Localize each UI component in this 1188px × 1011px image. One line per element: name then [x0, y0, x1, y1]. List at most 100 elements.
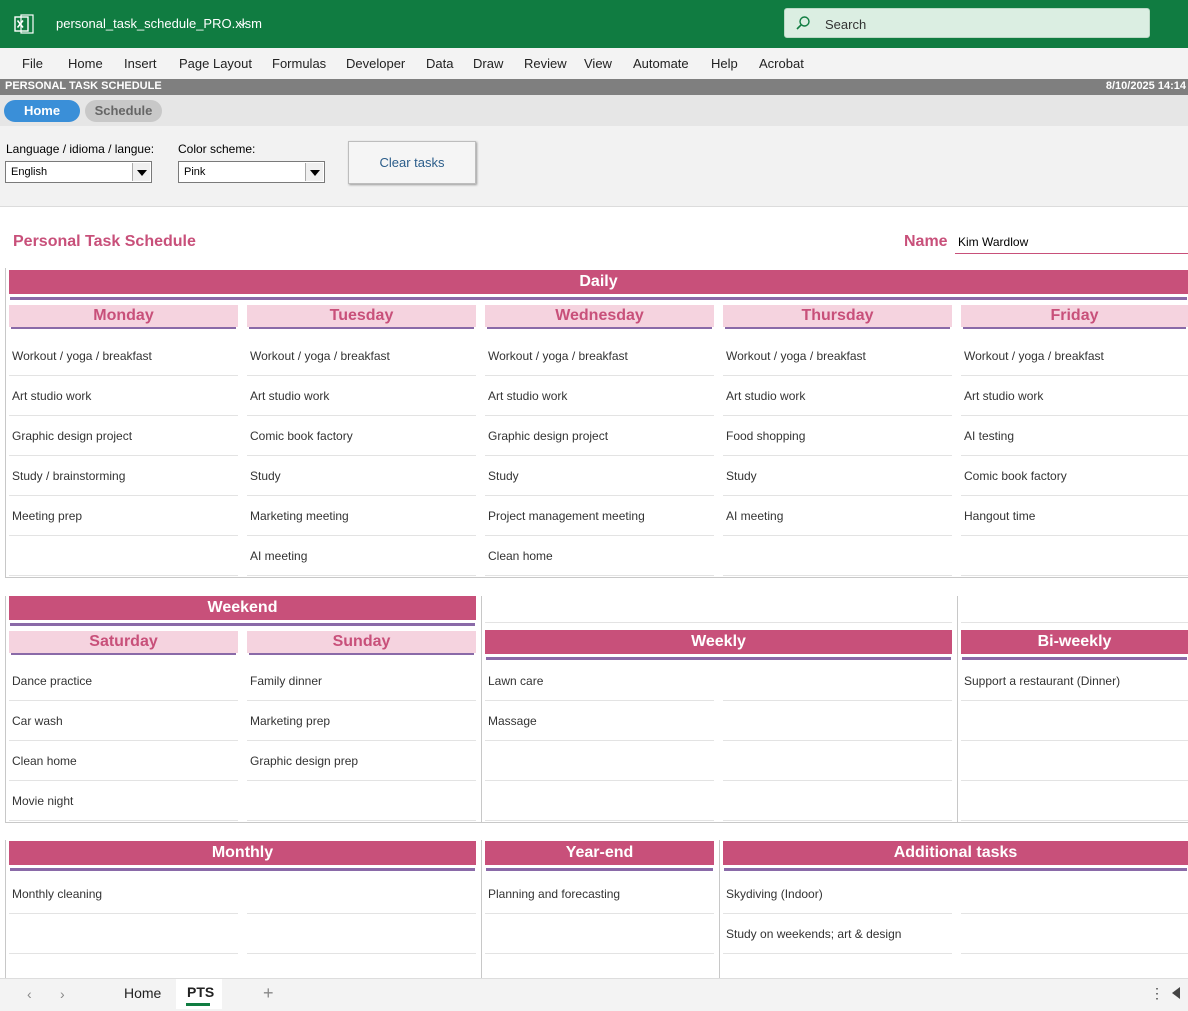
task-cell[interactable]: Support a restaurant (Dinner)	[961, 661, 1188, 701]
scroll-left-icon[interactable]	[1172, 987, 1180, 999]
tab-home[interactable]: Home	[124, 985, 161, 1001]
task-cell[interactable]	[485, 781, 714, 821]
task-cell[interactable]	[723, 661, 952, 701]
task-cell[interactable]: Family dinner	[247, 661, 476, 701]
menu-insert[interactable]: Insert	[124, 56, 157, 71]
dropdown-arrow-icon[interactable]	[305, 163, 323, 181]
frame-line	[961, 622, 1188, 623]
nav-home-button[interactable]: Home	[4, 100, 80, 122]
search-input[interactable]: Search	[784, 8, 1150, 38]
menu-help[interactable]: Help	[711, 56, 738, 71]
task-cell[interactable]: AI meeting	[723, 496, 952, 536]
task-cell[interactable]: Comic book factory	[247, 416, 476, 456]
task-cell[interactable]: Car wash	[9, 701, 238, 741]
name-field[interactable]: Kim Wardlow	[955, 232, 1188, 254]
task-cell[interactable]: Graphic design project	[485, 416, 714, 456]
task-cell[interactable]: Marketing prep	[247, 701, 476, 741]
task-cell[interactable]	[961, 914, 1188, 954]
task-cell[interactable]	[723, 781, 952, 821]
task-cell[interactable]	[247, 781, 476, 821]
task-cell[interactable]	[485, 741, 714, 781]
task-cell[interactable]: Meeting prep	[9, 496, 238, 536]
task-cell[interactable]: Study on weekends; art & design	[723, 914, 952, 954]
task-cell[interactable]: Project management meeting	[485, 496, 714, 536]
task-cell[interactable]: AI meeting	[247, 536, 476, 576]
task-cell[interactable]	[961, 741, 1188, 781]
dropdown-arrow-icon[interactable]	[132, 163, 150, 181]
menu-home[interactable]: Home	[68, 56, 103, 71]
menu-developer[interactable]: Developer	[346, 56, 405, 71]
task-cell[interactable]: Hangout time	[961, 496, 1188, 536]
menu-data[interactable]: Data	[426, 56, 453, 71]
task-cell[interactable]	[961, 701, 1188, 741]
task-cell[interactable]: Workout / yoga / breakfast	[9, 336, 238, 376]
task-cell[interactable]: Marketing meeting	[247, 496, 476, 536]
tab-next-icon[interactable]: ›	[60, 986, 65, 1002]
task-cell[interactable]: Dance practice	[9, 661, 238, 701]
task-cell[interactable]: Art studio work	[961, 376, 1188, 416]
menu-automate[interactable]: Automate	[633, 56, 689, 71]
task-cell[interactable]: Planning and forecasting	[485, 874, 714, 914]
task-cell[interactable]	[961, 536, 1188, 576]
task-cell[interactable]: Clean home	[9, 741, 238, 781]
task-cell[interactable]: Graphic design prep	[247, 741, 476, 781]
task-cell[interactable]	[485, 914, 714, 954]
task-cell[interactable]	[961, 874, 1188, 914]
task-cell[interactable]	[723, 536, 952, 576]
task-cell[interactable]	[723, 741, 952, 781]
task-cell[interactable]: Workout / yoga / breakfast	[723, 336, 952, 376]
task-cell[interactable]: Clean home	[485, 536, 714, 576]
task-cell[interactable]: AI testing	[961, 416, 1188, 456]
file-name[interactable]: personal_task_schedule_PRO.xlsm	[56, 16, 262, 31]
task-cell[interactable]: Workout / yoga / breakfast	[961, 336, 1188, 376]
task-cell[interactable]: Study	[485, 456, 714, 496]
task-cell[interactable]: Study	[247, 456, 476, 496]
task-cell[interactable]	[9, 914, 238, 954]
task-cell[interactable]: Comic book factory	[961, 456, 1188, 496]
menu-page-layout[interactable]: Page Layout	[179, 56, 252, 71]
menu-formulas[interactable]: Formulas	[272, 56, 326, 71]
menu-file[interactable]: File	[22, 56, 43, 71]
frame-line	[485, 622, 952, 623]
task-cell[interactable]	[961, 781, 1188, 821]
tab-prev-icon[interactable]: ‹	[27, 986, 32, 1002]
biweekly-header: Bi-weekly	[961, 630, 1188, 657]
color-scheme-select[interactable]: Pink	[178, 161, 325, 183]
task-cell[interactable]: Art studio work	[485, 376, 714, 416]
task-cell[interactable]: Food shopping	[723, 416, 952, 456]
task-cell[interactable]: Workout / yoga / breakfast	[247, 336, 476, 376]
task-cell[interactable]	[247, 874, 476, 914]
task-cell[interactable]: Skydiving (Indoor)	[723, 874, 952, 914]
menu-acrobat[interactable]: Acrobat	[759, 56, 804, 71]
chevron-down-icon[interactable]: ⌄	[237, 14, 248, 30]
ribbon-menu: File Home Insert Page Layout Formulas De…	[0, 48, 1188, 80]
sheet-header-datetime: 8/10/2025 14:14	[1105, 80, 1186, 92]
task-cell[interactable]	[723, 701, 952, 741]
task-cell[interactable]: Art studio work	[247, 376, 476, 416]
clear-tasks-button[interactable]: Clear tasks	[348, 141, 476, 184]
menu-review[interactable]: Review	[524, 56, 567, 71]
excel-icon[interactable]	[14, 14, 34, 34]
nav-schedule-button[interactable]: Schedule	[85, 100, 162, 122]
task-cell[interactable]	[247, 914, 476, 954]
task-cell[interactable]: Lawn care	[485, 661, 714, 701]
task-cell[interactable]: Movie night	[9, 781, 238, 821]
task-cell[interactable]: Workout / yoga / breakfast	[485, 336, 714, 376]
more-options-icon[interactable]: ⋮	[1150, 985, 1164, 1002]
task-cell[interactable]	[9, 536, 238, 576]
task-cell[interactable]: Study	[723, 456, 952, 496]
task-cell[interactable]: Art studio work	[723, 376, 952, 416]
controls-panel: Language / idioma / langue: English Colo…	[0, 126, 1188, 207]
task-cell[interactable]: Art studio work	[9, 376, 238, 416]
add-sheet-icon[interactable]: +	[263, 983, 274, 1004]
task-cell[interactable]: Monthly cleaning	[9, 874, 238, 914]
menu-view[interactable]: View	[584, 56, 612, 71]
task-cell[interactable]: Massage	[485, 701, 714, 741]
day-header: Sunday	[247, 631, 476, 653]
menu-draw[interactable]: Draw	[473, 56, 503, 71]
task-cell[interactable]: Graphic design project	[9, 416, 238, 456]
task-cell[interactable]: Study / brainstorming	[9, 456, 238, 496]
tab-pts[interactable]: PTS	[187, 984, 214, 1000]
language-select[interactable]: English	[5, 161, 152, 183]
page-title: Personal Task Schedule	[13, 233, 196, 250]
